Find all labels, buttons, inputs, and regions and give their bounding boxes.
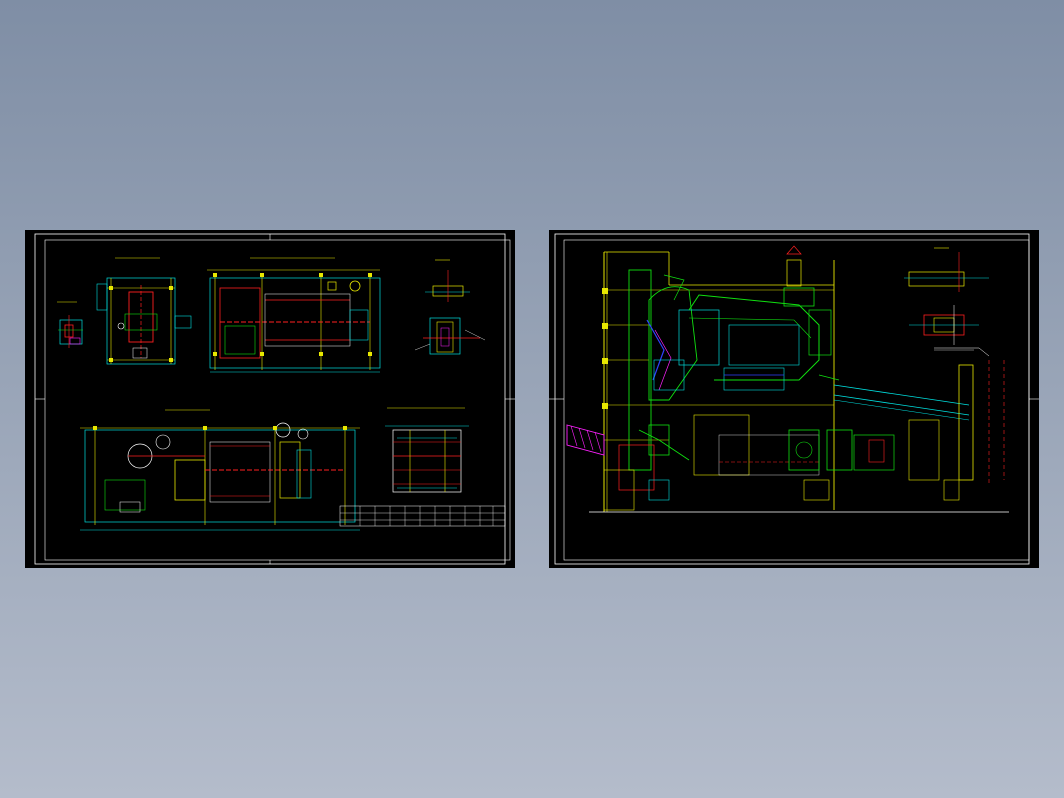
- outer-frame: [34, 233, 506, 565]
- detail-view-top-right: [414, 259, 486, 355]
- section-view-bottom-right: [385, 407, 469, 493]
- conveyor-truss: [566, 424, 605, 456]
- plan-view-3: [80, 409, 360, 531]
- cad-drawing-left: [34, 233, 515, 565]
- boiler-building-frame: [589, 251, 1009, 513]
- detail-small-left: [57, 301, 83, 348]
- boiler-furnace: [618, 245, 832, 491]
- detail-view-top-right: [904, 247, 989, 345]
- drawing-sheet-left: [25, 230, 515, 568]
- plan-view-1: [96, 257, 192, 365]
- outer-frame: [554, 233, 1030, 565]
- equipment-table: [339, 505, 506, 527]
- drawing-sheet-right: [549, 230, 1039, 568]
- cad-drawing-right: [549, 233, 1039, 565]
- flue-duct: [818, 347, 1005, 501]
- lower-equipment: [603, 414, 895, 511]
- plan-view-2: [207, 257, 381, 373]
